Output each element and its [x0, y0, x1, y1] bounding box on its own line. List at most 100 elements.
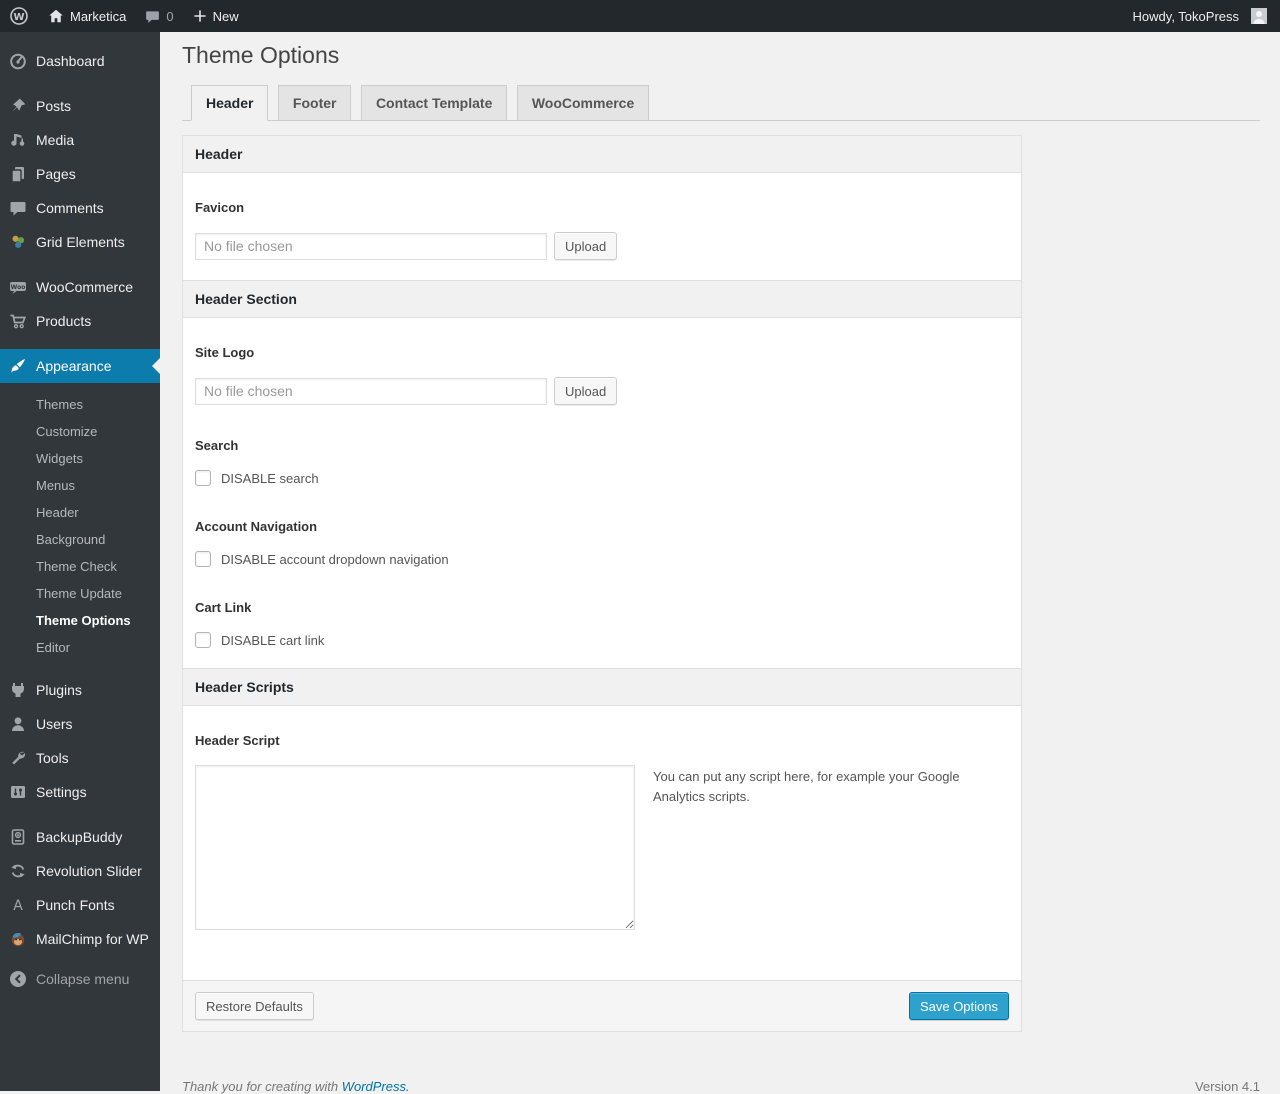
sidebar-item-mailchimp[interactable]: MailChimp for WP	[0, 922, 160, 956]
appearance-submenu: Themes Customize Widgets Menus Header Ba…	[0, 383, 160, 673]
submenu-item-background[interactable]: Background	[0, 526, 160, 553]
section-heading-header: Header	[183, 136, 1021, 173]
sidebar-item-appearance[interactable]: Appearance	[0, 349, 160, 383]
sidebar-item-grid-elements[interactable]: Grid Elements	[0, 225, 160, 259]
wordpress-logo-button[interactable]: W	[0, 0, 38, 32]
disable-search-checkbox[interactable]	[195, 470, 211, 486]
comment-bubble-icon	[144, 8, 161, 25]
sidebar-item-plugins[interactable]: Plugins	[0, 673, 160, 707]
section-heading-header-scripts: Header Scripts	[183, 668, 1021, 706]
header-script-description: You can put any script here, for example…	[653, 769, 960, 805]
submenu-item-menus[interactable]: Menus	[0, 472, 160, 499]
submenu-item-theme-check[interactable]: Theme Check	[0, 553, 160, 580]
tab-header[interactable]: Header	[191, 85, 269, 121]
howdy-account-link[interactable]: Howdy, TokoPress	[1124, 0, 1280, 32]
submenu-item-themes[interactable]: Themes	[0, 391, 160, 418]
sidebar-item-tools[interactable]: Tools	[0, 741, 160, 775]
main-content: Theme Options Header Footer Contact Temp…	[160, 32, 1280, 1094]
wordpress-logo-icon: W	[9, 6, 29, 26]
page-footer: Thank you for creating with WordPress. V…	[182, 1079, 1260, 1094]
media-icon	[8, 130, 28, 150]
tab-footer[interactable]: Footer	[277, 85, 352, 120]
sidebar-item-woocommerce[interactable]: Woo WooCommerce	[0, 270, 160, 304]
collapse-arrow-icon	[8, 969, 28, 989]
user-icon	[8, 714, 28, 734]
site-logo-upload-button[interactable]: Upload	[554, 377, 618, 405]
header-script-textarea[interactable]	[195, 765, 635, 930]
avatar	[1251, 8, 1267, 24]
account-navigation-group: Account Navigation DISABLE account dropd…	[195, 519, 1009, 567]
restore-defaults-button[interactable]: Restore Defaults	[195, 992, 314, 1020]
pushpin-icon	[8, 96, 28, 116]
new-content-button[interactable]: New	[183, 0, 248, 32]
submenu-item-customize[interactable]: Customize	[0, 418, 160, 445]
footer-thanks-text: Thank you for creating with WordPress.	[182, 1079, 410, 1094]
site-name-link[interactable]: Marketica	[38, 0, 135, 32]
section-heading-header-section: Header Section	[183, 280, 1021, 318]
sidebar-item-label: Grid Elements	[36, 234, 125, 250]
sidebar-item-label: MailChimp for WP	[36, 931, 149, 947]
submenu-item-header[interactable]: Header	[0, 499, 160, 526]
site-logo-group: Site Logo Upload	[195, 345, 1009, 405]
sidebar-item-label: BackupBuddy	[36, 829, 123, 845]
save-options-button[interactable]: Save Options	[908, 992, 1009, 1020]
submenu-item-widgets[interactable]: Widgets	[0, 445, 160, 472]
sidebar-item-punch-fonts[interactable]: A Punch Fonts	[0, 888, 160, 922]
search-label: Search	[195, 438, 239, 453]
favicon-upload-button[interactable]: Upload	[554, 232, 618, 260]
sidebar-item-products[interactable]: Products	[0, 304, 160, 338]
sidebar-item-comments[interactable]: Comments	[0, 191, 160, 225]
site-logo-file-input[interactable]	[195, 377, 547, 405]
sidebar-item-label: Plugins	[36, 682, 82, 698]
submenu-item-editor[interactable]: Editor	[0, 634, 160, 661]
page-title: Theme Options	[182, 42, 340, 68]
disable-cart-link-checkbox[interactable]	[195, 632, 211, 648]
settings-icon	[8, 782, 28, 802]
refresh-arrows-icon	[8, 861, 28, 881]
plugin-icon	[8, 680, 28, 700]
sidebar-item-label: Settings	[36, 784, 87, 800]
submenu-item-theme-update[interactable]: Theme Update	[0, 580, 160, 607]
sidebar-item-media[interactable]: Media	[0, 123, 160, 157]
site-logo-label: Site Logo	[195, 345, 255, 360]
sidebar-item-label: Comments	[36, 200, 104, 216]
disable-account-nav-checkbox[interactable]	[195, 551, 211, 567]
header-script-label: Header Script	[195, 733, 280, 748]
sidebar-item-backupbuddy[interactable]: BackupBuddy	[0, 820, 160, 854]
sidebar-item-dashboard[interactable]: Dashboard	[0, 44, 160, 78]
admin-menu: Dashboard Posts Media Pages Comments Gri…	[0, 32, 160, 1091]
tab-woocommerce[interactable]: WooCommerce	[516, 85, 650, 120]
sidebar-item-settings[interactable]: Settings	[0, 775, 160, 809]
favicon-file-input[interactable]	[195, 232, 547, 260]
sidebar-item-label: WooCommerce	[36, 279, 133, 295]
favicon-label: Favicon	[195, 200, 245, 215]
collapse-menu-button[interactable]: Collapse menu	[0, 962, 160, 996]
home-icon	[47, 7, 65, 25]
site-name-label: Marketica	[70, 8, 127, 24]
header-script-group: Header Script You can put any script her…	[195, 733, 1009, 930]
submenu-item-theme-options[interactable]: Theme Options	[0, 607, 160, 634]
cart-icon	[8, 311, 28, 331]
sidebar-item-label: Posts	[36, 98, 72, 114]
sidebar-item-pages[interactable]: Pages	[0, 157, 160, 191]
howdy-label: Howdy, TokoPress	[1132, 8, 1239, 24]
sidebar-item-posts[interactable]: Posts	[0, 89, 160, 123]
tab-contact-template[interactable]: Contact Template	[360, 85, 508, 120]
plus-icon	[192, 8, 208, 24]
disable-cart-link-label: DISABLE cart link	[221, 632, 325, 648]
svg-text:W: W	[13, 12, 24, 23]
favicon-group: Favicon Upload	[195, 200, 1009, 260]
admin-bar: W Marketica 0 New Howdy, TokoPress	[0, 0, 1280, 32]
admin-bar-comments-link[interactable]: 0	[135, 0, 182, 32]
section-body-header-scripts: Header Script You can put any script her…	[183, 706, 1021, 980]
sidebar-item-revolution-slider[interactable]: Revolution Slider	[0, 854, 160, 888]
sidebar-item-label: Pages	[36, 166, 76, 182]
letter-a-icon: A	[8, 895, 28, 915]
sidebar-item-label: Punch Fonts	[36, 897, 115, 913]
account-navigation-label: Account Navigation	[195, 519, 318, 534]
sidebar-item-users[interactable]: Users	[0, 707, 160, 741]
sidebar-item-label: Collapse menu	[36, 971, 130, 987]
disable-account-nav-label: DISABLE account dropdown navigation	[221, 551, 449, 567]
wordpress-link[interactable]: WordPress.	[342, 1079, 410, 1094]
section-body-header-section: Site Logo Upload Search DISABLE search A…	[183, 318, 1021, 668]
